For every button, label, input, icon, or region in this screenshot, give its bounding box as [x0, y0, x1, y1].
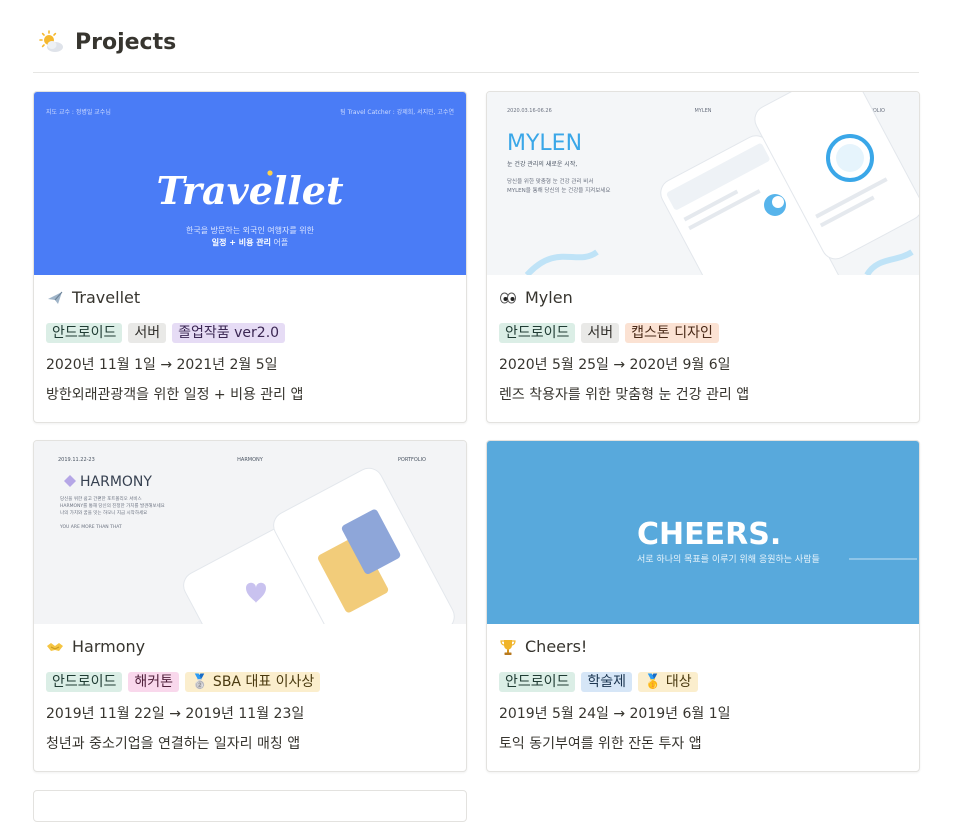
eye-gauge-inner	[836, 144, 864, 172]
project-description: 토익 동기부여를 위한 잔돈 투자 앱	[499, 736, 702, 752]
cover-topmid-text: MYLEN	[694, 108, 711, 114]
tag-academic-fest: 학술제	[581, 672, 633, 692]
cover-line-1: 눈 건강 관리의 새로운 시작,	[507, 160, 577, 168]
project-description: 방한외래관광객을 위한 일정 + 비용 관리 앱	[46, 387, 304, 403]
project-card-harmony[interactable]: 2019.11.22-23 HARMONY PORTFOLIO HARMONY …	[33, 440, 467, 772]
project-card-partial[interactable]	[33, 790, 467, 822]
airplane-icon	[48, 291, 63, 304]
card-title-text: Harmony	[72, 637, 146, 656]
app-logo-circle-inner	[772, 196, 784, 208]
cover-line-3: MYLEN을 통해 당신의 눈 건강을 지켜보세요	[507, 186, 610, 194]
tag-hackathon: 해커톤	[128, 672, 180, 692]
card-title-text: Cheers!	[525, 637, 588, 656]
page-header: Projects	[33, 28, 919, 73]
cover-topright-text: 팀 Travel Catcher : 강제희, 서지민, 고수연	[340, 108, 454, 116]
tag-graduation: 졸업작품 ver2.0	[172, 323, 286, 343]
tag-award: 🥇 대상	[638, 672, 698, 692]
cover-line-3: 나의 가치와 꿈을 잇는 하모니 지금 시작하세요	[60, 509, 147, 516]
handshake-icon	[47, 642, 63, 651]
cover-topleft-text: 지도 교수 : 정병일 교수님	[46, 108, 111, 116]
project-date-range: 2019년 5월 24일 → 2019년 6월 1일	[499, 706, 731, 722]
harmony-cover-image: 2019.11.22-23 HARMONY PORTFOLIO HARMONY …	[34, 441, 466, 624]
project-description: 청년과 중소기업을 연결하는 일자리 매칭 앱	[46, 736, 301, 752]
cover-topleft-text: 2020.03.16-06.26	[507, 108, 552, 114]
harmony-logo: HARMONY	[80, 474, 152, 490]
tag-list: 안드로이드 서버 졸업작품 ver2.0	[46, 323, 286, 343]
cover-topright-text: PORTFOLIO	[398, 457, 426, 463]
tag-android: 안드로이드	[46, 672, 123, 692]
tag-android: 안드로이드	[499, 672, 576, 692]
mylen-logo: MYLEN	[507, 131, 582, 156]
project-card-mylen[interactable]: 2020.03.16-06.26 MYLEN PORTFOLIO MYLEN 눈…	[486, 91, 920, 423]
cover-subtitle: 서로 하나의 목표를 이루기 위해 응원하는 사람들	[637, 553, 820, 565]
card-title: Travellet	[46, 288, 140, 307]
card-title: Harmony	[46, 637, 145, 656]
tag-list: 안드로이드 학술제 🥇 대상	[499, 672, 698, 692]
logo-dot	[267, 170, 273, 176]
tag-award: 🥈 SBA 대표 이사상	[185, 672, 321, 692]
card-title: Cheers!	[499, 637, 587, 656]
cover-subtitle-2: 일정 + 비용 관리 어플	[212, 237, 288, 247]
project-card-cheers[interactable]: CHEERS. 서로 하나의 목표를 이루기 위해 응원하는 사람들 Cheer…	[486, 440, 920, 772]
project-date-range: 2020년 11월 1일 → 2021년 2월 5일	[46, 357, 278, 373]
tag-server: 서버	[128, 323, 167, 343]
sun-behind-cloud-icon	[39, 30, 63, 52]
tag-capstone: 캡스톤 디자인	[625, 323, 719, 343]
tag-list: 안드로이드 해커톤 🥈 SBA 대표 이사상	[46, 672, 321, 692]
cover-line-1: 당신을 위한 쉽고 간편한 포트폴리오 서비스	[60, 495, 142, 502]
projects-page: Projects 지도 교수 : 정병일 교수님 팀 Travel Catche…	[0, 0, 955, 822]
cover-line-2: 당신을 위한 맞춤형 눈 건강 관리 비서	[507, 177, 593, 185]
page-title: Projects	[75, 30, 177, 55]
cover-subtitle: 한국을 방문하는 외국인 여행자를 위한	[186, 225, 315, 235]
travellet-logo: Travellet	[156, 168, 343, 213]
travellet-cover-image: 지도 교수 : 정병일 교수님 팀 Travel Catcher : 강제희, …	[34, 92, 466, 275]
tag-server: 서버	[581, 323, 620, 343]
tag-android: 안드로이드	[46, 323, 123, 343]
tag-android: 안드로이드	[499, 323, 576, 343]
project-date-range: 2020년 5월 25일 → 2020년 9월 6일	[499, 357, 731, 373]
project-date-range: 2019년 11월 22일 → 2019년 11월 23일	[46, 706, 305, 722]
cover-topleft-text: 2019.11.22-23	[58, 457, 95, 463]
cover-topmid-text: HARMONY	[237, 457, 264, 463]
card-title-text: Travellet	[72, 288, 141, 307]
project-description: 렌즈 착용자를 위한 맞춤형 눈 건강 관리 앱	[499, 387, 750, 403]
trophy-icon	[500, 639, 516, 655]
cover-line-4: YOU ARE MORE THAN THAT	[59, 524, 122, 530]
card-title: Mylen	[499, 288, 573, 307]
mylen-cover-image: 2020.03.16-06.26 MYLEN PORTFOLIO MYLEN 눈…	[487, 92, 919, 275]
card-title-text: Mylen	[525, 288, 573, 307]
tag-list: 안드로이드 서버 캡스톤 디자인	[499, 323, 719, 343]
cover-line-2: HARMONY를 통해 당신의 진정한 가치를 발견해보세요	[60, 502, 165, 509]
eyes-icon	[500, 292, 516, 303]
cheers-cover-image: CHEERS. 서로 하나의 목표를 이루기 위해 응원하는 사람들	[487, 441, 919, 624]
cheers-logo: CHEERS.	[637, 517, 781, 552]
project-card-travellet[interactable]: 지도 교수 : 정병일 교수님 팀 Travel Catcher : 강제희, …	[33, 91, 467, 423]
